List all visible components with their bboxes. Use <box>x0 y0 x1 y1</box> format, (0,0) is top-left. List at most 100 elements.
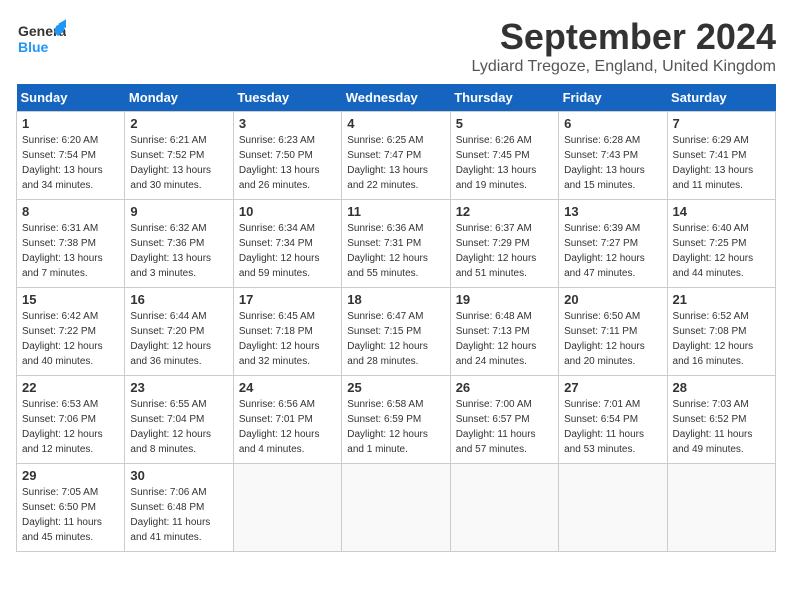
day-info: Sunrise: 6:48 AMSunset: 7:13 PMDaylight:… <box>456 309 553 369</box>
calendar-cell: 9Sunrise: 6:32 AMSunset: 7:36 PMDaylight… <box>125 200 233 288</box>
day-info: Sunrise: 6:28 AMSunset: 7:43 PMDaylight:… <box>564 133 661 193</box>
day-number: 27 <box>564 380 661 395</box>
day-number: 12 <box>456 204 553 219</box>
day-header-monday: Monday <box>125 84 233 112</box>
day-info: Sunrise: 7:03 AMSunset: 6:52 PMDaylight:… <box>673 397 770 457</box>
day-info: Sunrise: 6:44 AMSunset: 7:20 PMDaylight:… <box>130 309 227 369</box>
calendar-cell: 17 Sunrise: 6:45 AMSunset: 7:18 PMDayligh… <box>233 288 341 376</box>
day-info: Sunrise: 6:42 AMSunset: 7:22 PMDaylight:… <box>22 309 119 369</box>
calendar-cell: 2 Sunrise: 6:21 AMSunset: 7:52 PMDaylight… <box>125 112 233 200</box>
day-header-friday: Friday <box>559 84 667 112</box>
logo-icon: General Blue <box>16 16 66 71</box>
calendar-cell: 13 Sunrise: 6:39 AMSunset: 7:27 PMDayligh… <box>559 200 667 288</box>
day-number: 19 <box>456 292 553 307</box>
day-number: 18 <box>347 292 444 307</box>
calendar-cell: 7Sunrise: 6:29 AMSunset: 7:41 PMDaylight… <box>667 112 775 200</box>
day-info: Sunrise: 6:21 AMSunset: 7:52 PMDaylight:… <box>130 133 227 193</box>
day-number: 30 <box>130 468 227 483</box>
day-info: Sunrise: 6:52 AMSunset: 7:08 PMDaylight:… <box>673 309 770 369</box>
day-number: 5 <box>456 116 553 131</box>
day-number: 15 <box>22 292 119 307</box>
calendar-cell: 12 Sunrise: 6:37 AMSunset: 7:29 PMDayligh… <box>450 200 558 288</box>
day-info: Sunrise: 6:34 AMSunset: 7:34 PMDaylight:… <box>239 221 336 281</box>
calendar-cell: 11 Sunrise: 6:36 AMSunset: 7:31 PMDayligh… <box>342 200 450 288</box>
day-number: 17 <box>239 292 336 307</box>
day-info: Sunrise: 6:26 AMSunset: 7:45 PMDaylight:… <box>456 133 553 193</box>
calendar-cell: 28 Sunrise: 7:03 AMSunset: 6:52 PMDayligh… <box>667 376 775 464</box>
day-number: 8 <box>22 204 119 219</box>
calendar-cell: 24 Sunrise: 6:56 AMSunset: 7:01 PMDayligh… <box>233 376 341 464</box>
day-number: 20 <box>564 292 661 307</box>
day-header-tuesday: Tuesday <box>233 84 341 112</box>
calendar-cell: 22Sunrise: 6:53 AMSunset: 7:06 PMDayligh… <box>17 376 125 464</box>
calendar-cell <box>450 464 558 552</box>
calendar-cell: 10 Sunrise: 6:34 AMSunset: 7:34 PMDayligh… <box>233 200 341 288</box>
calendar-cell: 1 Sunrise: 6:20 AMSunset: 7:54 PMDaylight… <box>17 112 125 200</box>
day-header-wednesday: Wednesday <box>342 84 450 112</box>
calendar-cell: 16 Sunrise: 6:44 AMSunset: 7:20 PMDayligh… <box>125 288 233 376</box>
calendar-cell <box>559 464 667 552</box>
day-info: Sunrise: 7:00 AMSunset: 6:57 PMDaylight:… <box>456 397 553 457</box>
day-number: 21 <box>673 292 770 307</box>
header: General Blue September 2024 Lydiard Treg… <box>16 16 776 76</box>
location-title: Lydiard Tregoze, England, United Kingdom <box>472 58 776 76</box>
calendar-cell: 19 Sunrise: 6:48 AMSunset: 7:13 PMDayligh… <box>450 288 558 376</box>
day-info: Sunrise: 6:40 AMSunset: 7:25 PMDaylight:… <box>673 221 770 281</box>
day-info: Sunrise: 6:32 AMSunset: 7:36 PMDaylight:… <box>130 221 227 281</box>
day-info: Sunrise: 6:50 AMSunset: 7:11 PMDaylight:… <box>564 309 661 369</box>
calendar-cell: 26 Sunrise: 7:00 AMSunset: 6:57 PMDayligh… <box>450 376 558 464</box>
day-info: Sunrise: 7:06 AMSunset: 6:48 PMDaylight:… <box>130 485 227 545</box>
title-section: September 2024 Lydiard Tregoze, England,… <box>472 16 776 76</box>
calendar-cell: 8 Sunrise: 6:31 AMSunset: 7:38 PMDaylight… <box>17 200 125 288</box>
calendar-cell: 6 Sunrise: 6:28 AMSunset: 7:43 PMDaylight… <box>559 112 667 200</box>
calendar-cell: 15 Sunrise: 6:42 AMSunset: 7:22 PMDayligh… <box>17 288 125 376</box>
day-number: 10 <box>239 204 336 219</box>
day-number: 16 <box>130 292 227 307</box>
day-number: 24 <box>239 380 336 395</box>
day-header-thursday: Thursday <box>450 84 558 112</box>
calendar-cell <box>342 464 450 552</box>
day-number: 7 <box>673 116 770 131</box>
day-number: 6 <box>564 116 661 131</box>
calendar-cell: 5 Sunrise: 6:26 AMSunset: 7:45 PMDaylight… <box>450 112 558 200</box>
day-info: Sunrise: 6:47 AMSunset: 7:15 PMDaylight:… <box>347 309 444 369</box>
month-title: September 2024 <box>472 16 776 58</box>
day-number: 29 <box>22 468 119 483</box>
day-number: 14 <box>673 204 770 219</box>
day-number: 25 <box>347 380 444 395</box>
day-number: 11 <box>347 204 444 219</box>
day-number: 26 <box>456 380 553 395</box>
calendar-cell: 29 Sunrise: 7:05 AMSunset: 6:50 PMDayligh… <box>17 464 125 552</box>
calendar-cell: 21 Sunrise: 6:52 AMSunset: 7:08 PMDayligh… <box>667 288 775 376</box>
calendar-cell <box>667 464 775 552</box>
day-info: Sunrise: 6:45 AMSunset: 7:18 PMDaylight:… <box>239 309 336 369</box>
day-info: Sunrise: 6:37 AMSunset: 7:29 PMDaylight:… <box>456 221 553 281</box>
calendar-cell <box>233 464 341 552</box>
logo: General Blue <box>16 16 66 71</box>
calendar-cell: 23Sunrise: 6:55 AMSunset: 7:04 PMDayligh… <box>125 376 233 464</box>
day-header-sunday: Sunday <box>17 84 125 112</box>
day-info: Sunrise: 6:55 AMSunset: 7:04 PMDaylight:… <box>130 397 227 457</box>
calendar-cell: 18 Sunrise: 6:47 AMSunset: 7:15 PMDayligh… <box>342 288 450 376</box>
day-info: Sunrise: 7:01 AMSunset: 6:54 PMDaylight:… <box>564 397 661 457</box>
calendar-cell: 25Sunrise: 6:58 AMSunset: 6:59 PMDayligh… <box>342 376 450 464</box>
day-header-saturday: Saturday <box>667 84 775 112</box>
day-info: Sunrise: 6:56 AMSunset: 7:01 PMDaylight:… <box>239 397 336 457</box>
calendar-cell: 14 Sunrise: 6:40 AMSunset: 7:25 PMDayligh… <box>667 200 775 288</box>
day-number: 2 <box>130 116 227 131</box>
day-info: Sunrise: 6:36 AMSunset: 7:31 PMDaylight:… <box>347 221 444 281</box>
day-number: 28 <box>673 380 770 395</box>
day-info: Sunrise: 7:05 AMSunset: 6:50 PMDaylight:… <box>22 485 119 545</box>
day-info: Sunrise: 6:31 AMSunset: 7:38 PMDaylight:… <box>22 221 119 281</box>
day-info: Sunrise: 6:20 AMSunset: 7:54 PMDaylight:… <box>22 133 119 193</box>
day-number: 13 <box>564 204 661 219</box>
calendar-cell: 3 Sunrise: 6:23 AMSunset: 7:50 PMDaylight… <box>233 112 341 200</box>
day-info: Sunrise: 6:23 AMSunset: 7:50 PMDaylight:… <box>239 133 336 193</box>
day-info: Sunrise: 6:39 AMSunset: 7:27 PMDaylight:… <box>564 221 661 281</box>
day-number: 22 <box>22 380 119 395</box>
calendar-table: SundayMondayTuesdayWednesdayThursdayFrid… <box>16 84 776 552</box>
day-number: 4 <box>347 116 444 131</box>
calendar-cell: 27 Sunrise: 7:01 AMSunset: 6:54 PMDayligh… <box>559 376 667 464</box>
day-number: 1 <box>22 116 119 131</box>
day-number: 3 <box>239 116 336 131</box>
